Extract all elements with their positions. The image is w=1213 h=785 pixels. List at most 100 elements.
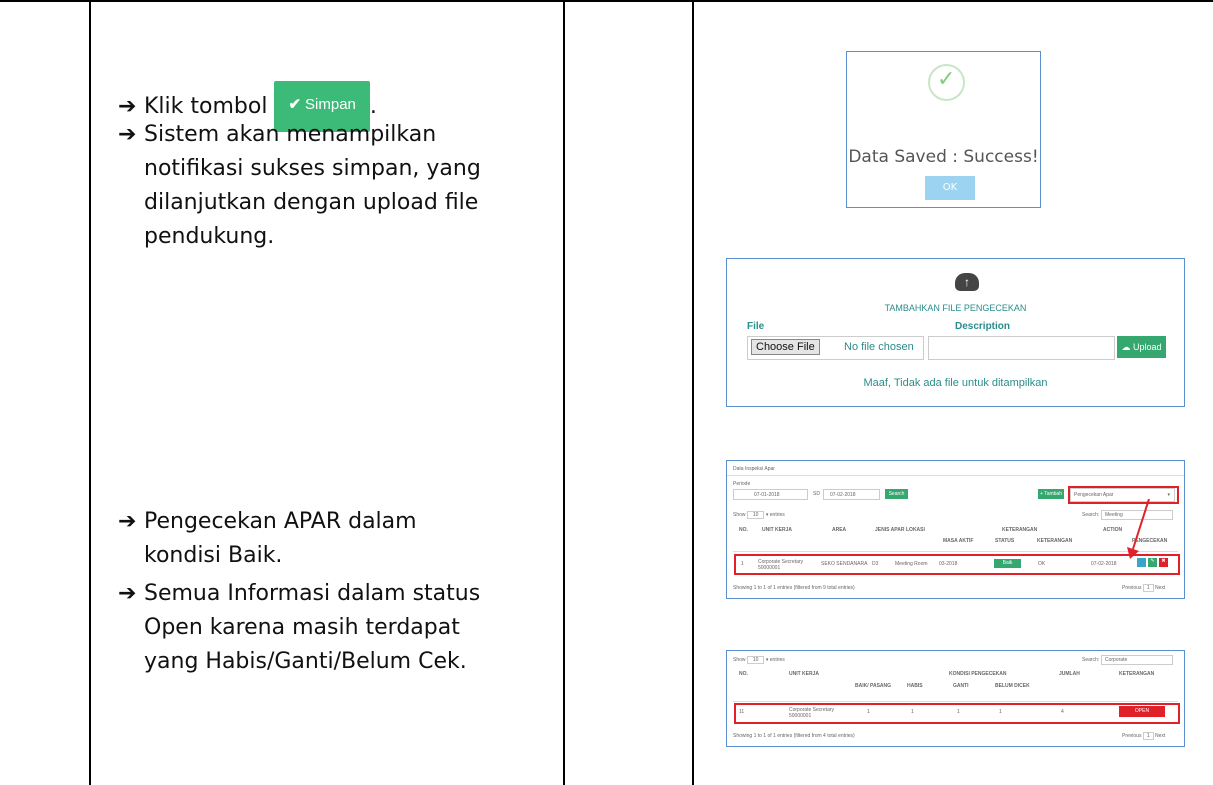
bullet-line: Pengecekan APAR dalam	[144, 509, 417, 534]
bullet-line: kondisi Baik.	[144, 543, 283, 568]
col-no[interactable]: NO.	[739, 671, 748, 677]
show-label: Show	[733, 512, 746, 518]
col-jenis[interactable]: JENIS APAR	[875, 527, 904, 533]
table-column-border	[692, 0, 694, 785]
highlight-row	[734, 703, 1180, 724]
col-status[interactable]: STATUS	[995, 538, 1014, 544]
pagination: Previous 1 Next	[1122, 584, 1165, 592]
bullet-line: Open karena masih terdapat	[144, 615, 460, 640]
upload-panel: ↑ TAMBAHKAN FILE PENGECEKAN File Descrip…	[726, 258, 1185, 407]
search-label: Search:	[1082, 657, 1100, 663]
tambah-label: Tambah	[1044, 491, 1062, 497]
bullet-line: dilanjutkan dengan upload file	[144, 190, 479, 215]
simpan-label: Simpan	[305, 96, 356, 113]
col-ket2[interactable]: KETERANGAN	[1037, 538, 1072, 544]
divider	[733, 551, 1178, 552]
col-lokasi[interactable]: LOKASI	[906, 527, 925, 533]
table-search-input[interactable]: Corporate	[1101, 655, 1173, 665]
file-label: File	[747, 321, 765, 332]
bullet-line: Semua Informasi dalam status	[144, 581, 481, 606]
highlight-row	[734, 554, 1180, 575]
col-action: ACTION	[1103, 527, 1123, 533]
pagination: Previous 1 Next	[1122, 732, 1165, 740]
col-baik[interactable]: BAIK/ PASANG	[855, 683, 891, 689]
arrow-right-icon: ➔	[118, 509, 137, 534]
search-button[interactable]: Search	[885, 489, 908, 499]
file-input[interactable]: Choose File No file chosen	[747, 336, 924, 360]
upload-label: Upload	[1132, 342, 1162, 352]
description-input[interactable]	[928, 336, 1115, 360]
bullet-line: yang Habis/Ganti/Belum Cek.	[144, 649, 467, 674]
bullet-line: notifikasi sukses simpan, yang	[144, 156, 481, 181]
col-jumlah[interactable]: JUMLAH	[1059, 671, 1080, 677]
search-label: Search:	[1082, 512, 1100, 518]
next-page[interactable]: Next	[1155, 585, 1165, 591]
ok-button[interactable]: OK	[925, 176, 975, 200]
bullet-text: Klik tombol	[144, 94, 268, 119]
show-entries: Show 10 ▾ entries	[733, 656, 785, 664]
saved-dialog: ✓ Data Saved : Success! OK	[846, 51, 1041, 208]
arrow-right-icon: ➔	[118, 581, 137, 606]
empty-files-message: Maaf, Tidak ada file untuk ditampilkan	[863, 377, 1048, 389]
col-no[interactable]: NO.	[739, 527, 748, 533]
page-1[interactable]: 1	[1142, 584, 1154, 592]
col-kondisi: KONDISI PENGECEKAN	[949, 671, 1007, 677]
prev-page[interactable]: Previous	[1122, 733, 1141, 739]
cloud-upload-icon: ↑	[955, 273, 979, 291]
search-label: Search	[888, 491, 905, 497]
show-label: Show	[733, 657, 746, 663]
showing-info: Showing 1 to 1 of 1 entries (filtered fr…	[733, 733, 855, 739]
col-unit[interactable]: UNIT KERJA	[789, 671, 819, 677]
prev-page[interactable]: Previous	[1122, 585, 1141, 591]
page-1[interactable]: 1	[1142, 732, 1154, 740]
summary-panel: Show 10 ▾ entries Search: Corporate NO. …	[726, 650, 1185, 747]
col-area[interactable]: AREA	[832, 527, 846, 533]
date-to-value: 07-02-2018	[830, 492, 856, 498]
show-entries: Show 10 ▾ entries	[733, 511, 785, 519]
divider	[727, 475, 1184, 476]
table-column-border	[563, 0, 565, 785]
tambah-button[interactable]: + Tambah	[1038, 489, 1064, 499]
col-keterangan: KETERANGAN	[1002, 527, 1038, 533]
divider	[733, 701, 1178, 702]
upload-button[interactable]: ☁ Upload	[1117, 336, 1166, 358]
bullet-line: pendukung.	[144, 224, 275, 249]
arrow-right-icon: ➔	[118, 122, 137, 147]
col-ganti[interactable]: GANTI	[953, 683, 969, 689]
date-from-input[interactable]: 07-01-2018	[733, 489, 808, 500]
entries-select[interactable]: 10	[746, 511, 765, 519]
inspection-panel: Data Inspeksi Apar Periode 07-01-2018 SD…	[726, 460, 1185, 599]
table-top-border	[0, 0, 1213, 2]
entries-label: entries	[769, 512, 785, 518]
success-check-icon: ✓	[928, 64, 965, 101]
check-icon: ✔	[288, 96, 302, 113]
col-unit[interactable]: UNIT KERJA	[762, 527, 792, 533]
red-arrow	[1127, 498, 1150, 559]
col-keterangan[interactable]: KETERANGAN	[1119, 671, 1154, 677]
choose-file-button[interactable]: Choose File	[751, 339, 820, 355]
bullet-line: Sistem akan menampilkan	[144, 122, 437, 147]
bullet-semua-informasi: ➔ Semua Informasi dalam status Open kare…	[118, 577, 480, 679]
panel-title: Data Inspeksi Apar	[733, 466, 775, 472]
upload-title: TAMBAHKAN FILE PENGECEKAN	[884, 303, 1027, 313]
search-value: Meeting	[1105, 512, 1123, 518]
col-belum[interactable]: BELUM DICEK	[995, 683, 1030, 689]
periode-label: Periode	[733, 481, 751, 487]
showing-info: Showing 1 to 1 of 1 entries (filtered fr…	[733, 585, 855, 591]
bullet-sistem: ➔ Sistem akan menampilkan notifikasi suk…	[118, 118, 481, 254]
entries-label: entries	[769, 657, 785, 663]
col-habis[interactable]: HABIS	[907, 683, 923, 689]
table-column-border	[89, 0, 91, 785]
search-value: Corporate	[1105, 657, 1128, 663]
next-page[interactable]: Next	[1155, 733, 1165, 739]
bullet-pengecekan: ➔ Pengecekan APAR dalam kondisi Baik.	[118, 505, 417, 573]
date-from-value: 07-01-2018	[754, 492, 780, 498]
entries-select[interactable]: 10	[746, 656, 765, 664]
sd-label: SD	[813, 491, 820, 497]
saved-message: Data Saved : Success!	[848, 147, 1039, 167]
description-label: Description	[955, 321, 1011, 332]
date-to-input[interactable]: 07-02-2018	[823, 489, 880, 500]
bullet-suffix: .	[369, 94, 377, 119]
no-file-text: No file chosen	[844, 341, 914, 353]
col-masa[interactable]: MASA AKTIF	[943, 538, 973, 544]
